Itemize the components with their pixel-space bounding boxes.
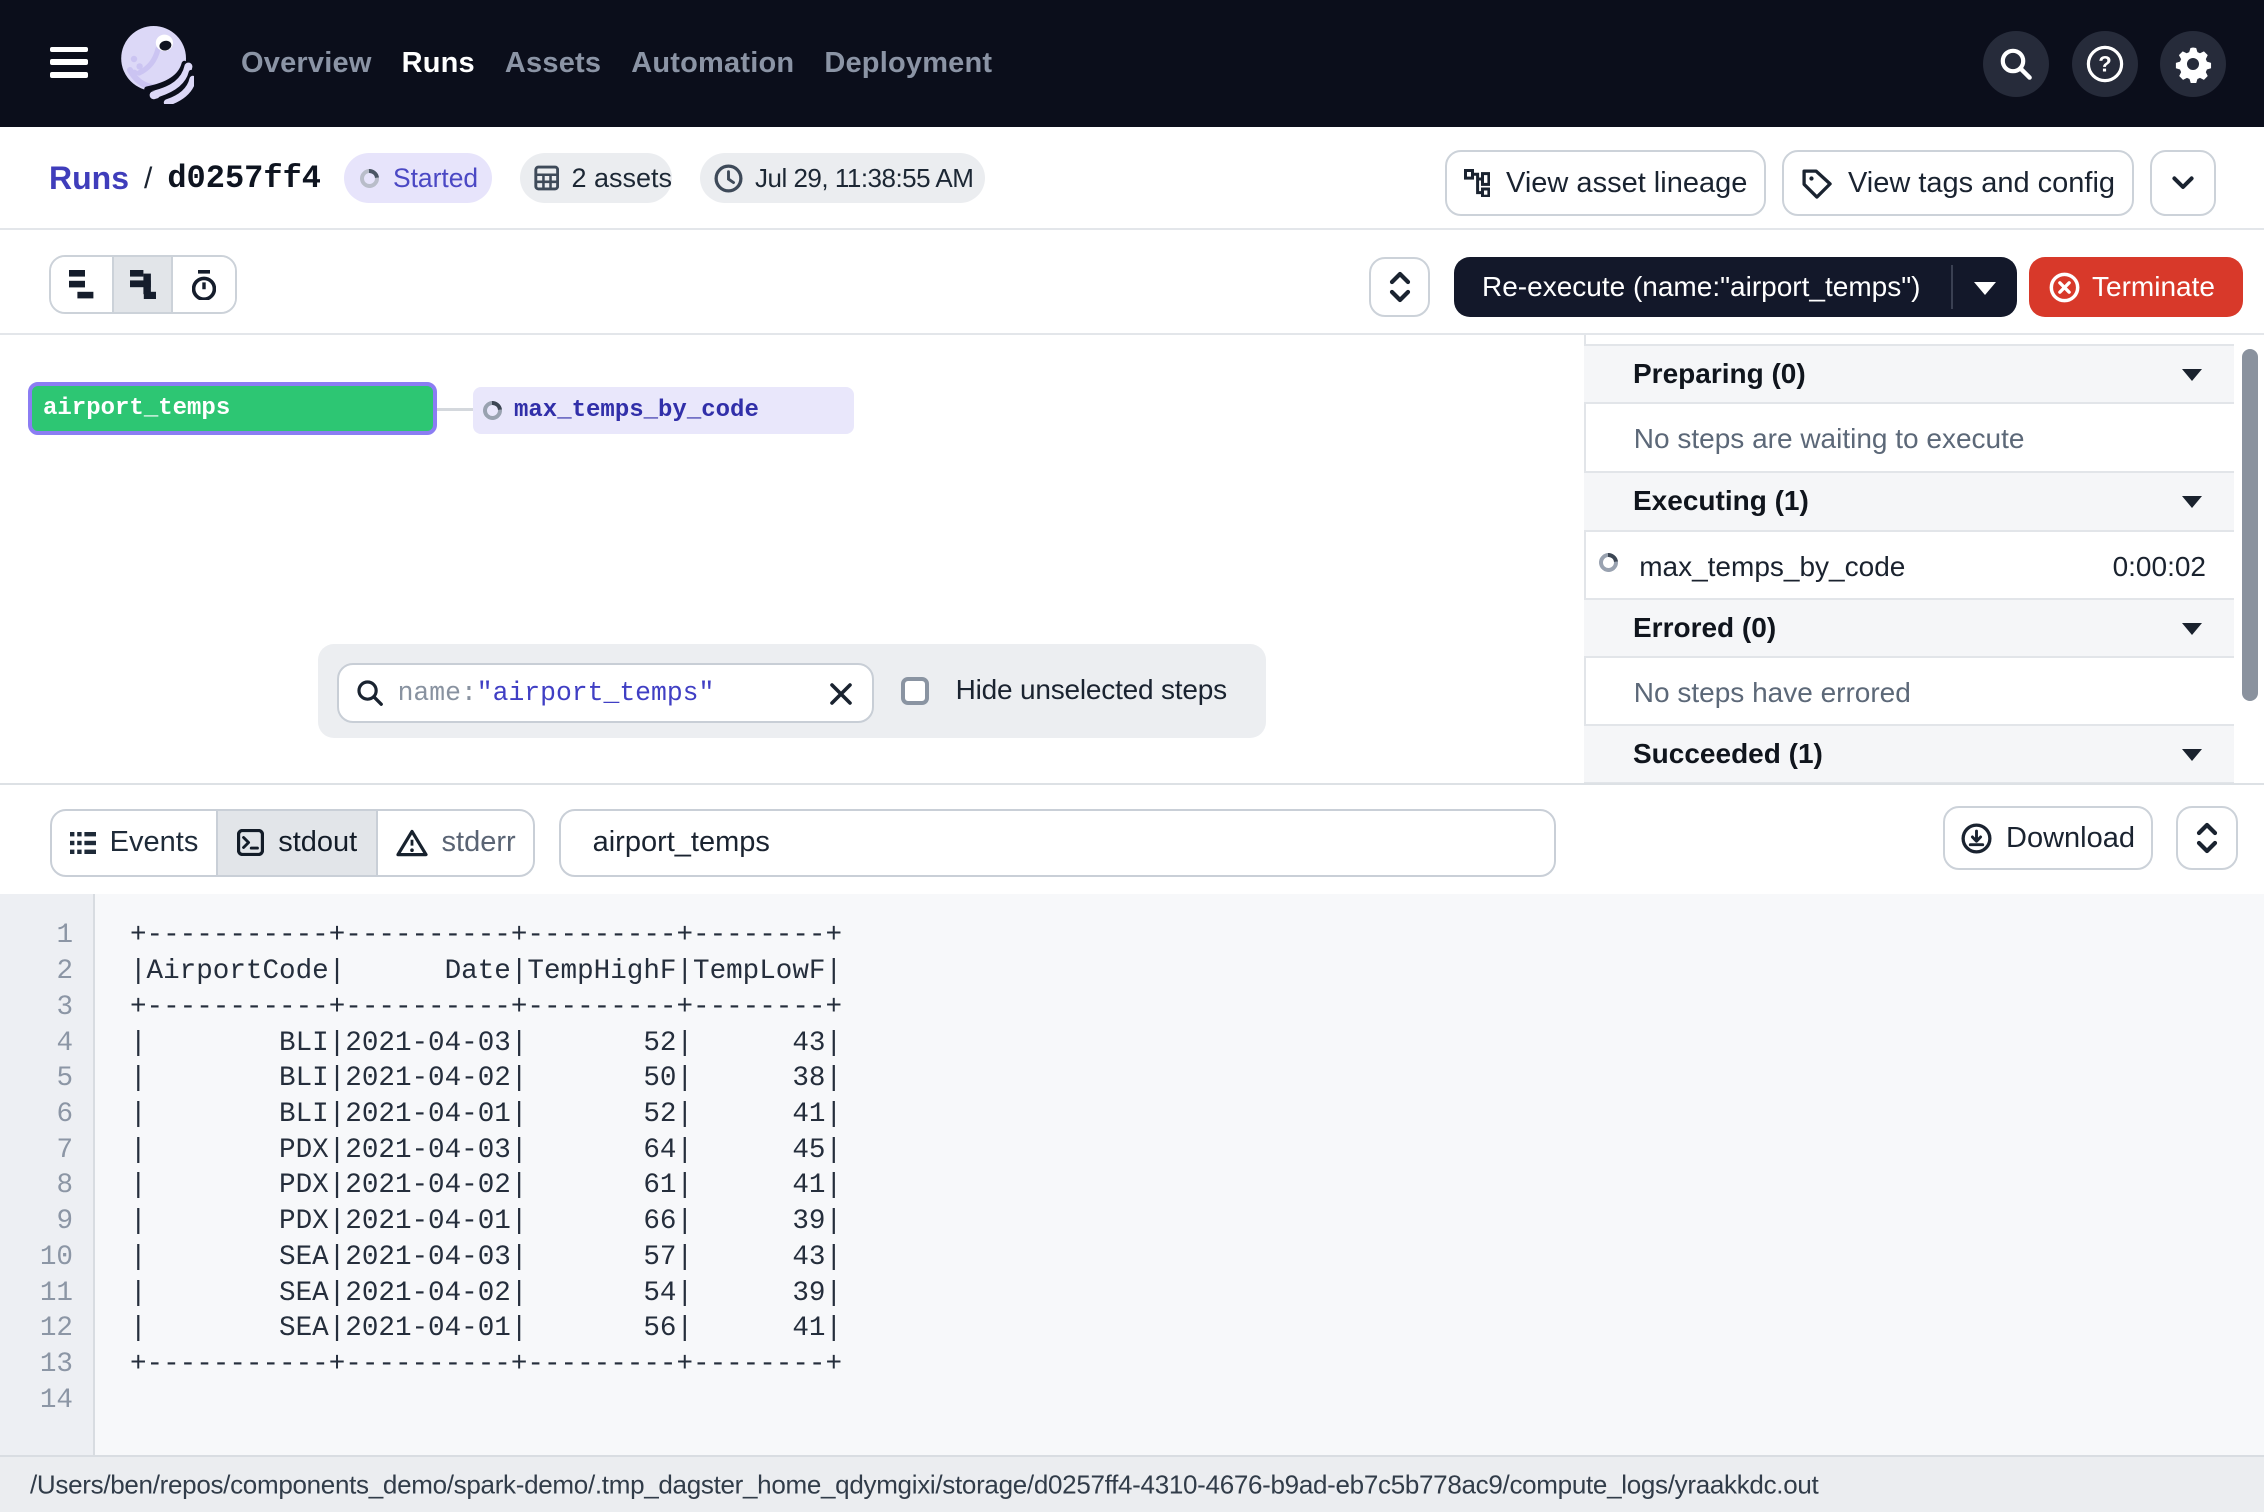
svg-text:?: ? — [2098, 51, 2111, 76]
